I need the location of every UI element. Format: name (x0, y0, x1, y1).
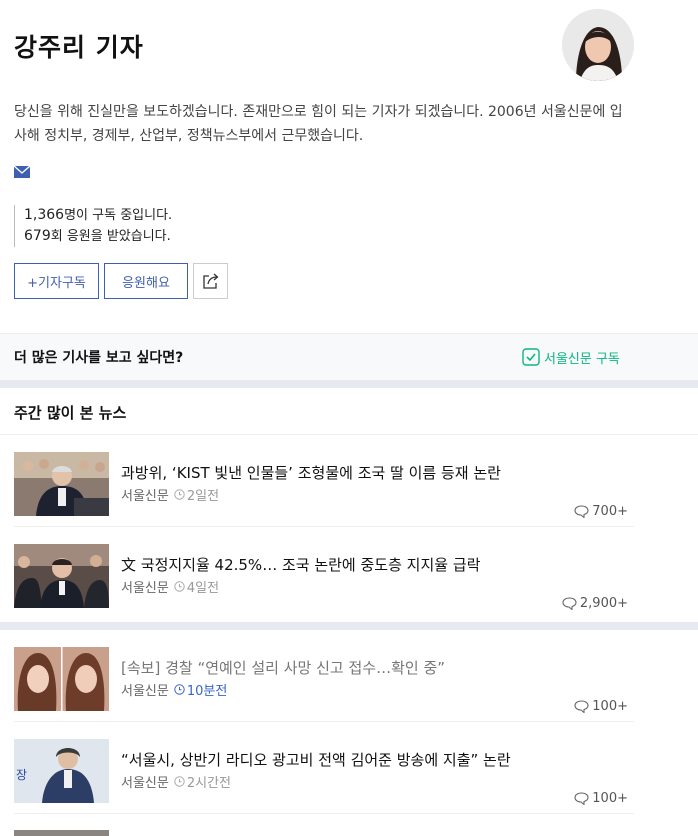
item-divider (14, 813, 634, 814)
clock-icon (174, 489, 185, 500)
avatar (562, 9, 634, 81)
news-time: 10분전 (174, 680, 227, 699)
subscriber-count: 1,366명이 구독 중입니다. (24, 207, 173, 223)
news-item[interactable]: 과방위, ‘KIST 빛낸 인물들’ 조형물에 조국 딸 이름 등재 논란 서울… (14, 435, 634, 527)
news-meta: 서울신문 2일전 (121, 485, 219, 504)
clock-icon (174, 776, 185, 787)
newspaper-subscribe-bar: 더 많은 기사를 보고 싶다면? 서울신문 구독 (0, 333, 698, 380)
action-buttons: +기자구독 응원해요 (14, 263, 228, 299)
news-headline[interactable]: 文 국정지지율 42.5%… 조국 논란에 중도층 지지율 급락 (121, 554, 480, 575)
news-thumbnail[interactable] (14, 452, 109, 516)
comment-icon (574, 792, 589, 805)
news-time: 2시간전 (174, 772, 231, 791)
weekly-popular-title: 주간 많이 본 뉴스 (14, 404, 127, 422)
news-headline[interactable]: “서울시, 상반기 라디오 광고비 전액 김어준 방송에 지출” 논란 (121, 749, 511, 770)
news-thumbnail-partial (14, 830, 109, 836)
news-item[interactable]: 장 “서울시, 상반기 라디오 광고비 전액 김어준 방송에 지출” 논란 서울… (14, 722, 634, 814)
news-time: 4일전 (174, 577, 219, 596)
news-time: 2일전 (174, 485, 219, 504)
news-item[interactable]: 文 국정지지율 42.5%… 조국 논란에 중도층 지지율 급락 서울신문 4일… (14, 527, 634, 619)
news-thumbnail[interactable]: 장 (14, 739, 109, 803)
section-divider (0, 622, 698, 630)
news-meta: 서울신문 10분전 (121, 680, 227, 699)
cheer-button[interactable]: 응원해요 (104, 263, 188, 299)
comment-icon (574, 505, 589, 518)
news-thumbnail[interactable] (14, 544, 109, 608)
news-meta: 서울신문 4일전 (121, 577, 219, 596)
share-button[interactable] (193, 263, 228, 299)
news-comments[interactable]: 100+ (574, 791, 628, 806)
news-source: 서울신문 (121, 776, 169, 791)
comment-icon (562, 597, 577, 610)
comment-icon (574, 700, 589, 713)
news-headline[interactable]: [속보] 경찰 “연예인 설리 사망 신고 접수…확인 중” (121, 657, 445, 678)
svg-text:장: 장 (16, 768, 27, 782)
news-comments[interactable]: 100+ (574, 699, 628, 714)
cheer-count: 679회 응원을 받았습니다. (24, 228, 171, 244)
newspaper-subscribe-button[interactable]: 서울신문 구독 (522, 348, 620, 367)
newspaper-subscribe-label: 서울신문 구독 (544, 351, 620, 367)
news-item[interactable]: [속보] 경찰 “연예인 설리 사망 신고 접수…확인 중” 서울신문 10분전… (14, 630, 634, 722)
clock-icon (174, 581, 185, 592)
news-source: 서울신문 (121, 684, 169, 699)
news-source: 서울신문 (121, 489, 169, 504)
reporter-name: 강주리 기자 (14, 33, 144, 62)
check-box-icon (522, 348, 540, 366)
subscribe-reporter-button[interactable]: +기자구독 (14, 263, 99, 299)
reporter-bio: 당신을 위해 진실만을 보도하겠습니다. 존재만으로 힘이 되는 기자가 되겠습… (14, 104, 623, 144)
email-icon[interactable] (13, 163, 31, 178)
reporter-stats: 1,366명이 구독 중입니다. 679회 응원을 받았습니다. (14, 205, 172, 247)
section-divider (0, 380, 698, 388)
clock-icon (174, 684, 185, 695)
news-comments[interactable]: 700+ (574, 504, 628, 519)
news-headline[interactable]: 과방위, ‘KIST 빛낸 인물들’ 조형물에 조국 딸 이름 등재 논란 (121, 462, 501, 483)
news-source: 서울신문 (121, 581, 169, 596)
news-comments[interactable]: 2,900+ (562, 596, 628, 611)
news-thumbnail[interactable] (14, 647, 109, 711)
reporter-profile: 강주리 기자 당신을 위해 진실만을 보도하겠습니다. 존재만으로 힘이 되는 … (0, 0, 698, 333)
share-icon (202, 273, 218, 289)
news-meta: 서울신문 2시간전 (121, 772, 231, 791)
more-articles-prompt: 더 많은 기사를 보고 싶다면? (14, 350, 184, 366)
